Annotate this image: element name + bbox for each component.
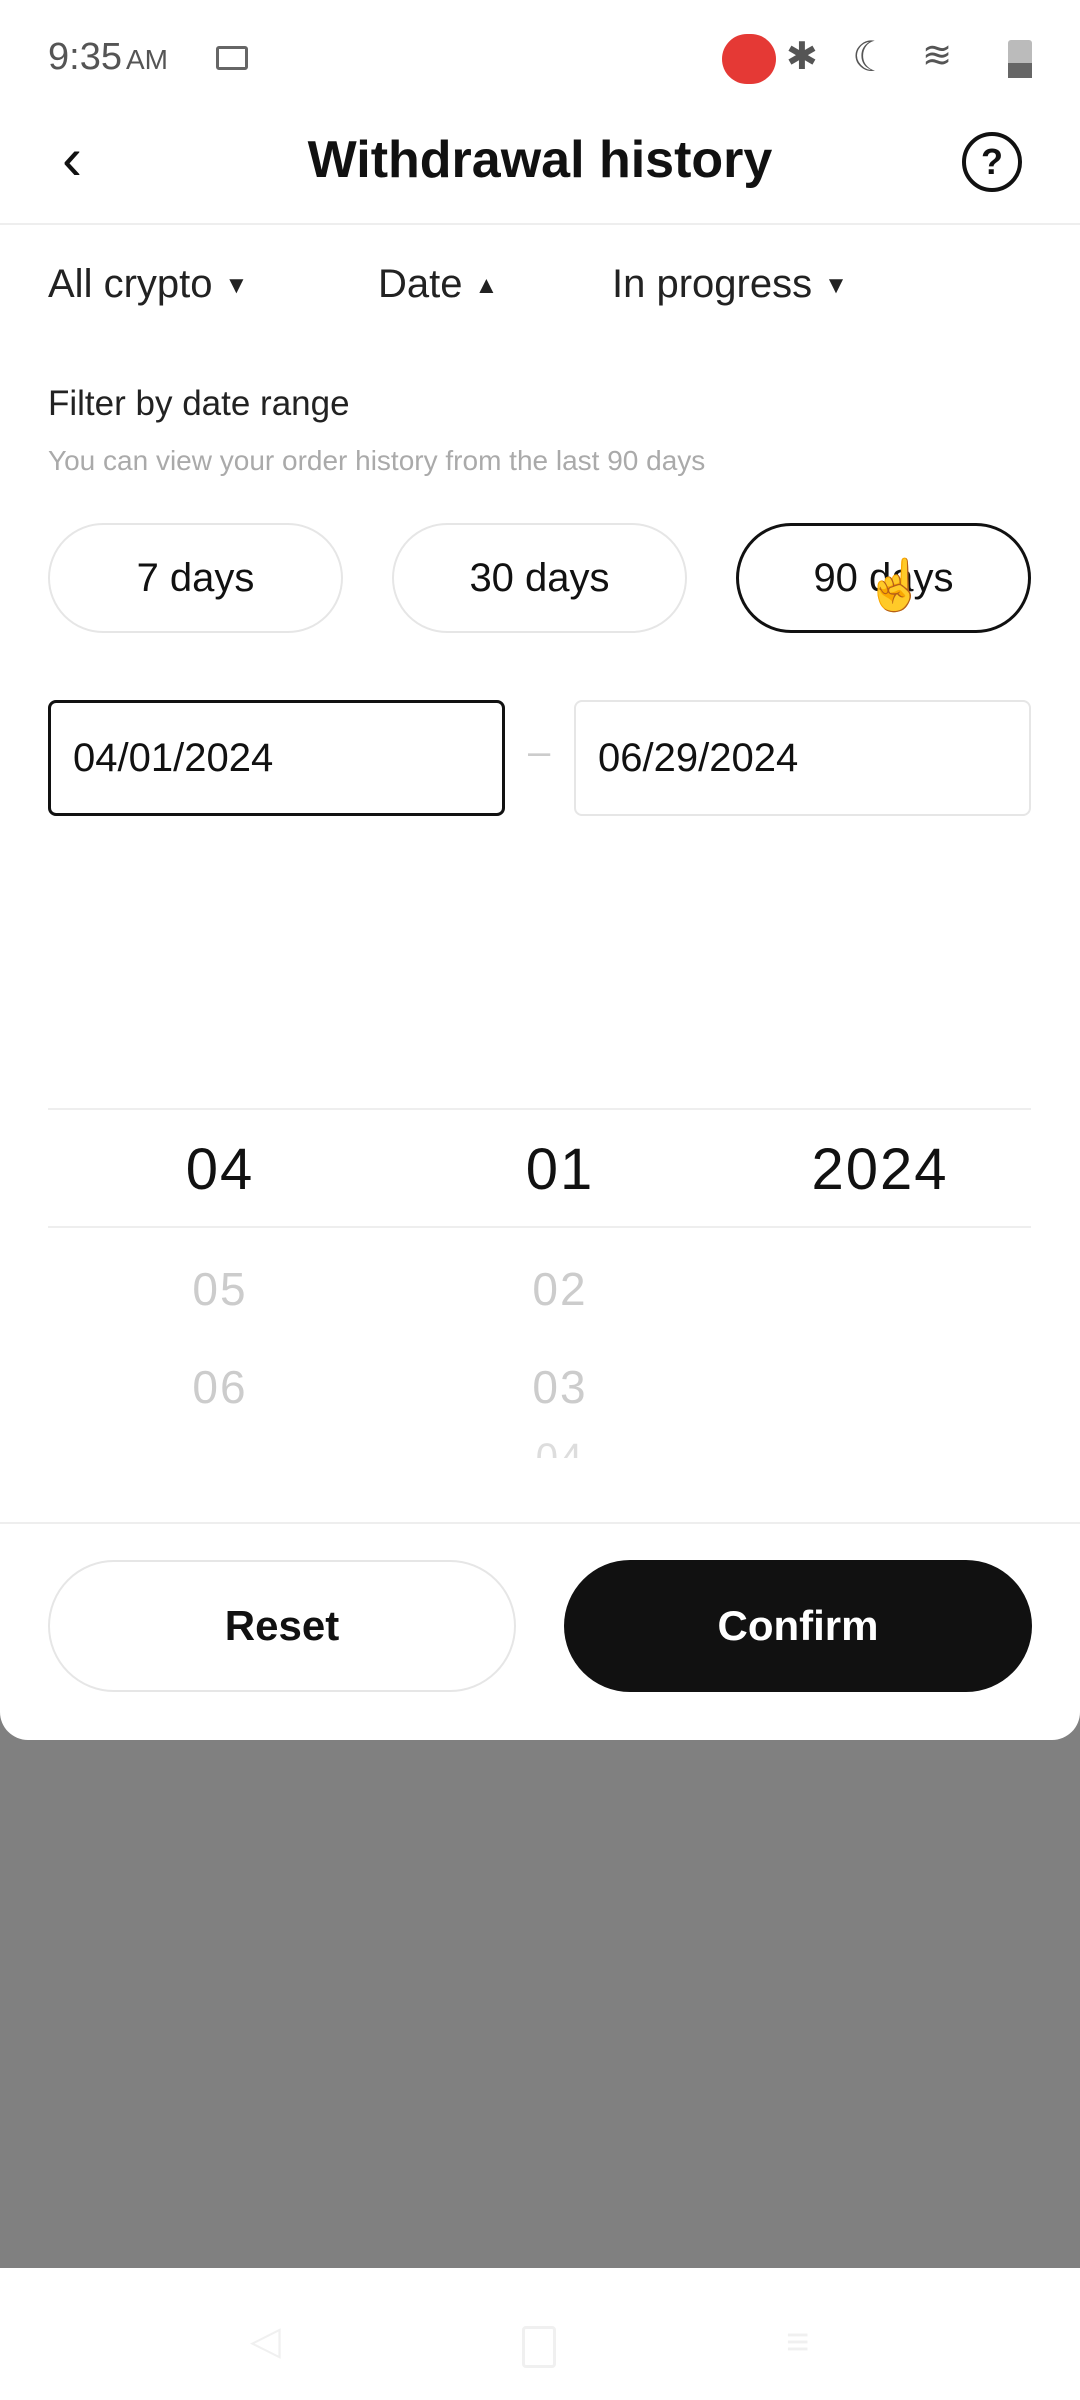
- ampm: AM: [125, 44, 168, 75]
- caret-down-icon: ▼: [224, 272, 249, 300]
- picker-line-top: [48, 1108, 1031, 1110]
- dnd-moon-icon: ☾: [852, 33, 890, 80]
- caret-up-icon: ▲: [474, 272, 499, 300]
- end-date-input[interactable]: 06/29/2024: [574, 700, 1031, 816]
- page-title: Withdrawal history: [307, 131, 773, 189]
- nav-home-icon[interactable]: [522, 2326, 556, 2368]
- time: 9:35: [48, 36, 122, 78]
- reset-button[interactable]: Reset: [48, 1560, 516, 1692]
- picker-month-option[interactable]: 06: [100, 1360, 340, 1414]
- bluetooth-icon: ✱: [786, 36, 818, 78]
- caret-down-icon: ▼: [824, 272, 848, 300]
- date-range-heading: Filter by date range: [48, 384, 350, 423]
- filter-date[interactable]: Date ▲: [378, 262, 498, 307]
- battery-icon: [1008, 40, 1032, 78]
- status-time: 9:35 AM: [48, 36, 168, 79]
- picker-day-option[interactable]: 03: [440, 1360, 680, 1414]
- screen-record-icon: [216, 46, 248, 70]
- filter-sheet: 9:35 AM ✱ ☾ ≋ ‹ Withdrawal history ? All …: [0, 0, 1080, 1740]
- wifi-icon: ≋: [922, 34, 953, 75]
- filter-crypto[interactable]: All crypto ▼: [48, 262, 248, 307]
- date-range-subtitle: You can view your order history from the…: [48, 445, 706, 476]
- picker-month-option[interactable]: 05: [100, 1262, 340, 1316]
- nav-bar: ◁ ≡: [0, 2268, 1080, 2400]
- nav-back-icon[interactable]: ◁: [250, 2318, 281, 2364]
- recording-badge-icon: [722, 34, 776, 84]
- header-divider: [0, 223, 1080, 225]
- picker-day-option[interactable]: 02: [440, 1262, 680, 1316]
- preset-30-days[interactable]: 30 days: [392, 523, 687, 633]
- picker-month-selected[interactable]: 04: [100, 1136, 340, 1203]
- date-separator: –: [528, 730, 551, 774]
- filter-label: Date: [378, 262, 463, 306]
- picker-day-option[interactable]: 04: [440, 1438, 680, 1458]
- actions-divider: [0, 1522, 1080, 1524]
- start-date-input[interactable]: 04/01/2024: [48, 700, 505, 816]
- picker-year-selected[interactable]: 2024: [760, 1136, 1000, 1203]
- confirm-button[interactable]: Confirm: [564, 1560, 1032, 1692]
- nav-recents-icon[interactable]: ≡: [786, 2320, 809, 2365]
- picker-line-bottom: [48, 1226, 1031, 1228]
- cursor-hand-icon: ☝: [864, 557, 927, 613]
- preset-7-days[interactable]: 7 days: [48, 523, 343, 633]
- picker-day-selected[interactable]: 01: [440, 1136, 680, 1203]
- filter-status[interactable]: In progress ▼: [612, 262, 848, 307]
- filter-label: All crypto: [48, 262, 213, 306]
- help-icon[interactable]: ?: [962, 132, 1022, 192]
- picker-day-partial: 04: [440, 1438, 680, 1458]
- filter-label: In progress: [612, 262, 813, 306]
